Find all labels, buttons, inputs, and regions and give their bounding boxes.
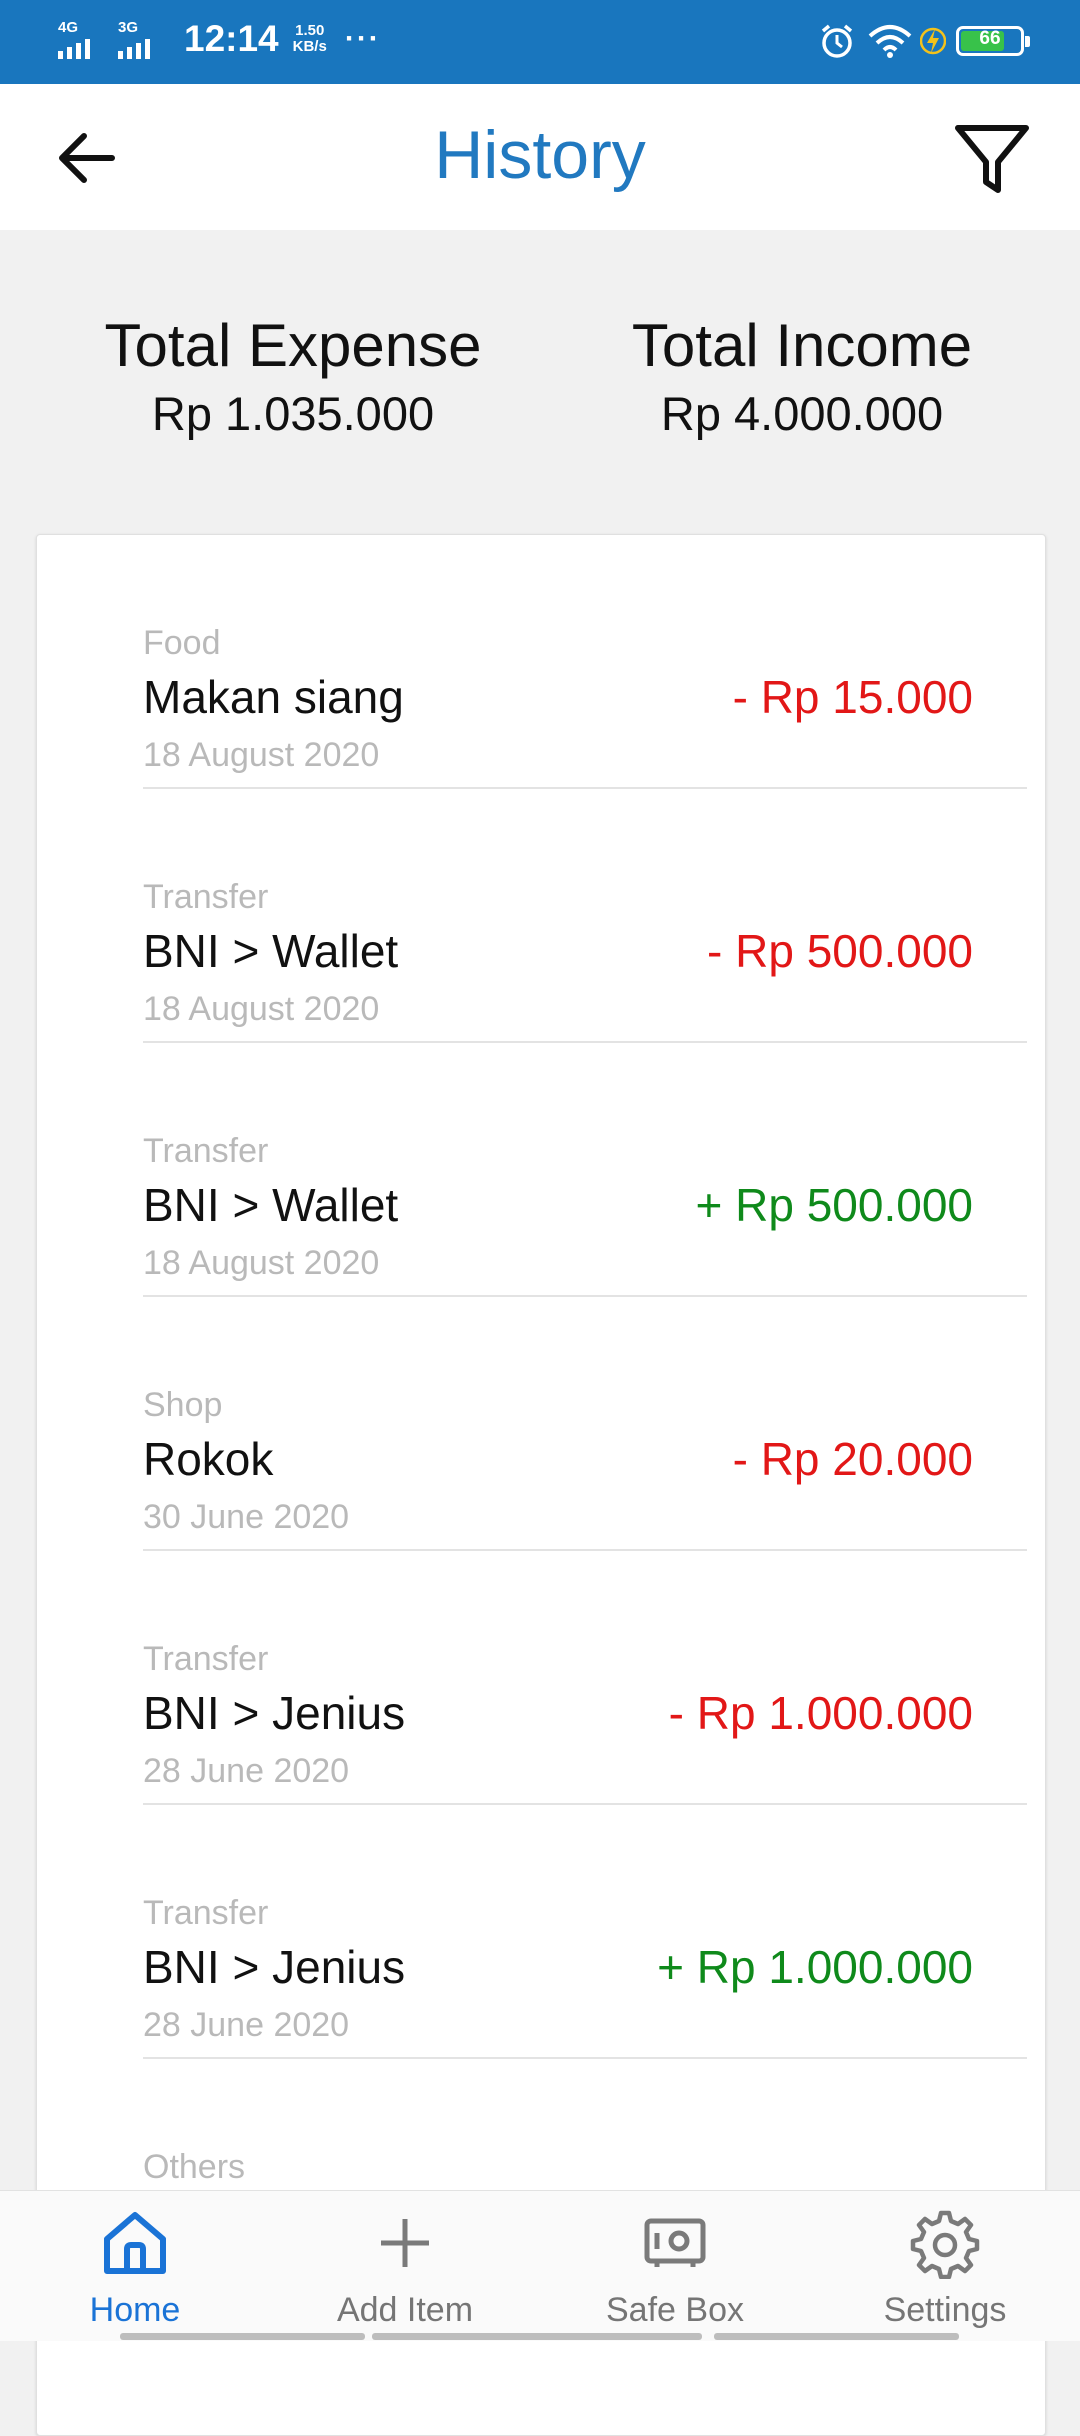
transaction-item[interactable]: Transfer BNI > Jenius 28 June 2020 - Rp …	[143, 1551, 1027, 1805]
nav-add-item-label: Add Item	[336, 2291, 474, 2329]
scroll-indicator	[714, 2333, 959, 2340]
transaction-item[interactable]: Transfer BNI > Jenius 28 June 2020 + Rp …	[143, 1805, 1027, 2059]
nav-home[interactable]: Home	[35, 2191, 235, 2341]
wifi-icon	[868, 25, 912, 58]
nav-safe-box-label: Safe Box	[606, 2291, 744, 2329]
app-bar: History	[0, 84, 1080, 230]
total-expense-label: Total Expense	[104, 312, 482, 379]
transaction-name: BNI > Wallet	[143, 925, 399, 977]
total-income-label: Total Income	[631, 312, 973, 379]
network-speed-value: 1.50	[295, 22, 325, 39]
network-type-4g: 4G	[58, 19, 79, 36]
plus-icon	[381, 2219, 429, 2267]
transaction-name: BNI > Jenius	[143, 1687, 406, 1739]
scroll-indicator	[372, 2333, 702, 2340]
nav-add-item[interactable]: Add Item	[305, 2191, 505, 2341]
transaction-list: Food Makan siang 18 August 2020 - Rp 15.…	[36, 534, 1046, 2436]
transaction-date: 18 August 2020	[143, 736, 380, 774]
transaction-category: Transfer	[143, 878, 269, 916]
transaction-amount: - Rp 1.000.000	[668, 1687, 973, 1739]
filter-button[interactable]	[952, 120, 1032, 200]
bottom-navigation: Home Add Item Safe Box Settings	[0, 2190, 1080, 2341]
gear-icon	[910, 2210, 980, 2279]
transaction-category: Food	[143, 624, 221, 662]
transaction-date: 18 August 2020	[143, 990, 380, 1028]
transaction-amount: + Rp 500.000	[695, 1179, 973, 1231]
nav-settings-label: Settings	[883, 2291, 1007, 2329]
transaction-category: Others	[143, 2148, 246, 2186]
total-expense: Total Expense Rp 1.035.000	[63, 310, 523, 444]
status-time: 12:14	[184, 18, 279, 59]
transaction-item[interactable]: Transfer BNI > Wallet 18 August 2020 - R…	[143, 789, 1027, 1043]
transaction-item[interactable]: Transfer BNI > Wallet 18 August 2020 + R…	[143, 1043, 1027, 1297]
transaction-item[interactable]: Food Makan siang 18 August 2020 - Rp 15.…	[143, 535, 1027, 789]
transaction-date: 30 June 2020	[143, 1498, 350, 1536]
transaction-amount: - Rp 15.000	[732, 671, 973, 723]
transaction-category: Transfer	[143, 1132, 269, 1170]
network-speed-unit: KB/s	[292, 38, 327, 55]
transaction-date: 28 June 2020	[143, 1752, 350, 1790]
transaction-name: Rokok	[143, 1433, 274, 1485]
battery-icon: 66	[956, 26, 1030, 56]
home-icon	[104, 2212, 166, 2274]
more-notifications-icon: ···	[344, 22, 381, 55]
totals-summary: Total Expense Rp 1.035.000 Total Income …	[0, 310, 1080, 470]
transaction-amount: + Rp 1.000.000	[657, 1941, 973, 1993]
transaction-item[interactable]: Shop Rokok 30 June 2020 - Rp 20.000	[143, 1297, 1027, 1551]
network-speed: 1.50 KB/s	[293, 23, 327, 55]
signal-3g-icon: 3G	[118, 19, 162, 59]
nav-settings[interactable]: Settings	[845, 2191, 1045, 2341]
transaction-category: Shop	[143, 1386, 223, 1424]
transaction-amount: - Rp 20.000	[732, 1433, 973, 1485]
alarm-icon	[821, 24, 853, 58]
network-type-3g: 3G	[118, 19, 139, 36]
transaction-name: Makan siang	[143, 671, 404, 723]
signal-4g-icon: 4G	[58, 19, 102, 59]
transaction-category: Transfer	[143, 1894, 269, 1932]
total-income-value: Rp 4.000.000	[660, 387, 944, 440]
battery-level: 66	[979, 28, 1001, 49]
total-income: Total Income Rp 4.000.000	[572, 310, 1032, 444]
transaction-amount: - Rp 500.000	[707, 925, 973, 977]
total-expense-value: Rp 1.035.000	[151, 387, 435, 440]
page-title: History	[434, 117, 646, 193]
transaction-category: Transfer	[143, 1640, 269, 1678]
filter-icon	[955, 125, 1029, 193]
transaction-date: 28 June 2020	[143, 2006, 350, 2044]
charging-icon	[920, 27, 946, 55]
nav-safe-box[interactable]: Safe Box	[575, 2191, 775, 2341]
scroll-indicator	[120, 2333, 365, 2340]
status-bar: 4G 3G 12:14 1.50 KB/s ··· 66	[0, 0, 1080, 84]
transaction-name: BNI > Jenius	[143, 1941, 406, 1993]
nav-home-label: Home	[89, 2291, 181, 2329]
transaction-name: BNI > Wallet	[143, 1179, 399, 1231]
transaction-date: 18 August 2020	[143, 1244, 380, 1282]
safe-box-icon	[644, 2218, 706, 2267]
